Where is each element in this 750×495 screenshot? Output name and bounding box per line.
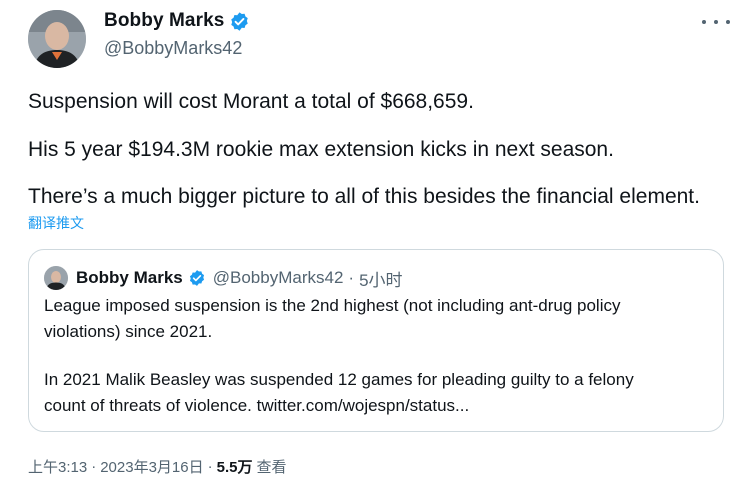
verified-badge-icon xyxy=(231,11,249,31)
translate-tweet-link[interactable]: 翻译推文 xyxy=(28,213,84,233)
author-name-row[interactable]: Bobby Marks xyxy=(104,10,250,32)
header-separator: · xyxy=(348,268,355,287)
meta-separator: · xyxy=(91,458,97,475)
tweet-date[interactable]: 2023年3月16日 xyxy=(100,456,203,477)
tweet-meta: 上午3:13 · 2023年3月16日 · 5.5万 查看 xyxy=(28,456,286,477)
more-dot xyxy=(702,20,706,24)
quoted-author-handle: @BobbyMarks42 xyxy=(212,268,344,287)
author-name[interactable]: Bobby Marks xyxy=(104,10,224,32)
more-dot xyxy=(726,20,730,24)
tweet-text-line-1: Suspension will cost Morant a total of $… xyxy=(28,90,474,113)
quoted-tweet-time: 5小时 xyxy=(359,270,403,290)
verified-badge-icon xyxy=(189,270,204,286)
quoted-text-line-2: violations) since 2021. xyxy=(44,322,213,341)
quoted-tweet-card[interactable]: Bobby Marks @BobbyMarks42 · 5小时 League i… xyxy=(28,249,724,432)
author-handle[interactable]: @BobbyMarks42 xyxy=(104,38,242,59)
tweet-text-line-2: His 5 year $194.3M rookie max extension … xyxy=(28,138,614,161)
tweet-text-line-3: There’s a much bigger picture to all of … xyxy=(28,185,700,208)
more-options-icon[interactable] xyxy=(702,12,730,32)
quoted-author-avatar xyxy=(44,266,68,290)
view-count[interactable]: 5.5万 xyxy=(217,456,253,477)
tweet-time[interactable]: 上午3:13 xyxy=(28,456,87,477)
quoted-text-line-4: count of threats of violence. twitter.co… xyxy=(44,396,470,415)
quoted-tweet-header: Bobby Marks @BobbyMarks42 · 5小时 xyxy=(76,266,403,290)
quoted-text-line-3: In 2021 Malik Beasley was suspended 12 g… xyxy=(44,370,634,389)
quoted-avatar-image xyxy=(44,266,68,290)
author-avatar[interactable] xyxy=(28,10,86,68)
views-label[interactable]: 查看 xyxy=(256,456,286,477)
more-dot xyxy=(714,20,718,24)
avatar-image xyxy=(28,10,86,68)
quoted-text-line-1: League imposed suspension is the 2nd hig… xyxy=(44,296,621,315)
quoted-author-name: Bobby Marks xyxy=(76,268,183,287)
meta-separator: · xyxy=(207,458,213,475)
